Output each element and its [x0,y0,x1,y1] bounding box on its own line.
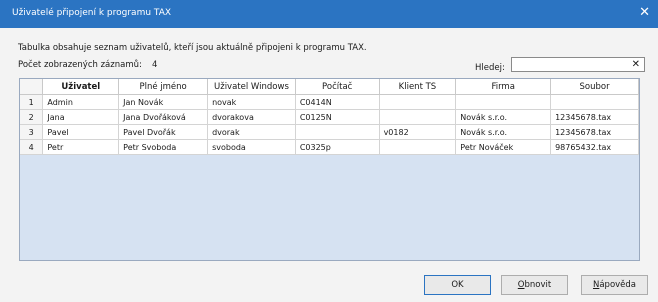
refresh-label: bnovit [524,280,552,290]
search-box: ✕ [511,57,645,72]
help-button[interactable]: Nápověda [581,275,648,295]
record-count-label: Počet zobrazených záznamů: [18,60,142,70]
search-input[interactable] [512,58,628,71]
users-table-area[interactable]: Uživatel Plné jméno Uživatel Windows Poč… [19,78,640,261]
window-title: Uživatelé připojení k programu TAX [12,8,172,18]
table-cell: Jana [42,109,120,125]
table-header-row: Uživatel Plné jméno Uživatel Windows Poč… [20,79,639,95]
search-label: Hledej: [475,63,505,73]
table-cell [379,109,457,125]
table-cell: Admin [42,94,120,110]
description-text: Tabulka obsahuje seznam uživatelů, kteří… [18,43,367,53]
table-cell: dvorakova [207,109,296,125]
clear-search-icon[interactable]: ✕ [632,58,640,71]
table-cell: Jana Dvořáková [118,109,209,125]
table-cell: Petr [42,139,120,155]
column-header[interactable]: Plné jméno [118,79,209,95]
table-cell: v0182 [379,124,457,140]
table-row[interactable]: 3 Pavel Pavel Dvořák dvorak v0182 Novák … [20,124,639,140]
table-cell [295,124,380,140]
table-cell: C0125N [295,109,380,125]
column-header[interactable]: Klient TS [379,79,457,95]
column-header[interactable]: Firma [455,79,552,95]
table-row[interactable]: 4 Petr Petr Svoboda svoboda C0325p Petr … [20,139,639,155]
record-count-value: 4 [152,60,158,70]
table-cell: novak [207,94,296,110]
table-cell: Novák s.r.o. [455,124,552,140]
table-cell: 12345678.tax [550,109,639,125]
row-number: 1 [20,94,44,110]
refresh-button[interactable]: Obnovit [501,275,568,295]
table-cell: Pavel Dvořák [118,124,209,140]
column-header[interactable]: Uživatel Windows [207,79,296,95]
column-header[interactable]: Uživatel [42,79,120,95]
table-row[interactable]: 1 Admin Jan Novák novak C0414N [20,94,639,110]
ok-button[interactable]: OK [424,275,491,295]
column-header[interactable]: Počítač [295,79,380,95]
table-cell [455,94,552,110]
table-cell: svoboda [207,139,296,155]
row-number: 2 [20,109,44,125]
table-cell: 98765432.tax [550,139,639,155]
table-cell: Petr Nováček [455,139,552,155]
table-cell [550,94,639,110]
help-label: ápověda [599,280,637,290]
title-bar: Uživatelé připojení k programu TAX ✕ [0,0,658,28]
table-cell [379,94,457,110]
table-cell: 12345678.tax [550,124,639,140]
table-cell: dvorak [207,124,296,140]
table-cell [379,139,457,155]
table-cell: Petr Svoboda [118,139,209,155]
column-header[interactable]: Soubor [550,79,639,95]
table-cell: C0414N [295,94,380,110]
row-number: 3 [20,124,44,140]
row-number-header [20,79,44,95]
table-cell: Novák s.r.o. [455,109,552,125]
table-cell: C0325p [295,139,380,155]
table-cell: Jan Novák [118,94,209,110]
close-icon[interactable]: ✕ [639,6,650,20]
table-cell: Pavel [42,124,120,140]
row-number: 4 [20,139,44,155]
table-row[interactable]: 2 Jana Jana Dvořáková dvorakova C0125N N… [20,109,639,125]
users-table: Uživatel Plné jméno Uživatel Windows Poč… [20,79,639,155]
